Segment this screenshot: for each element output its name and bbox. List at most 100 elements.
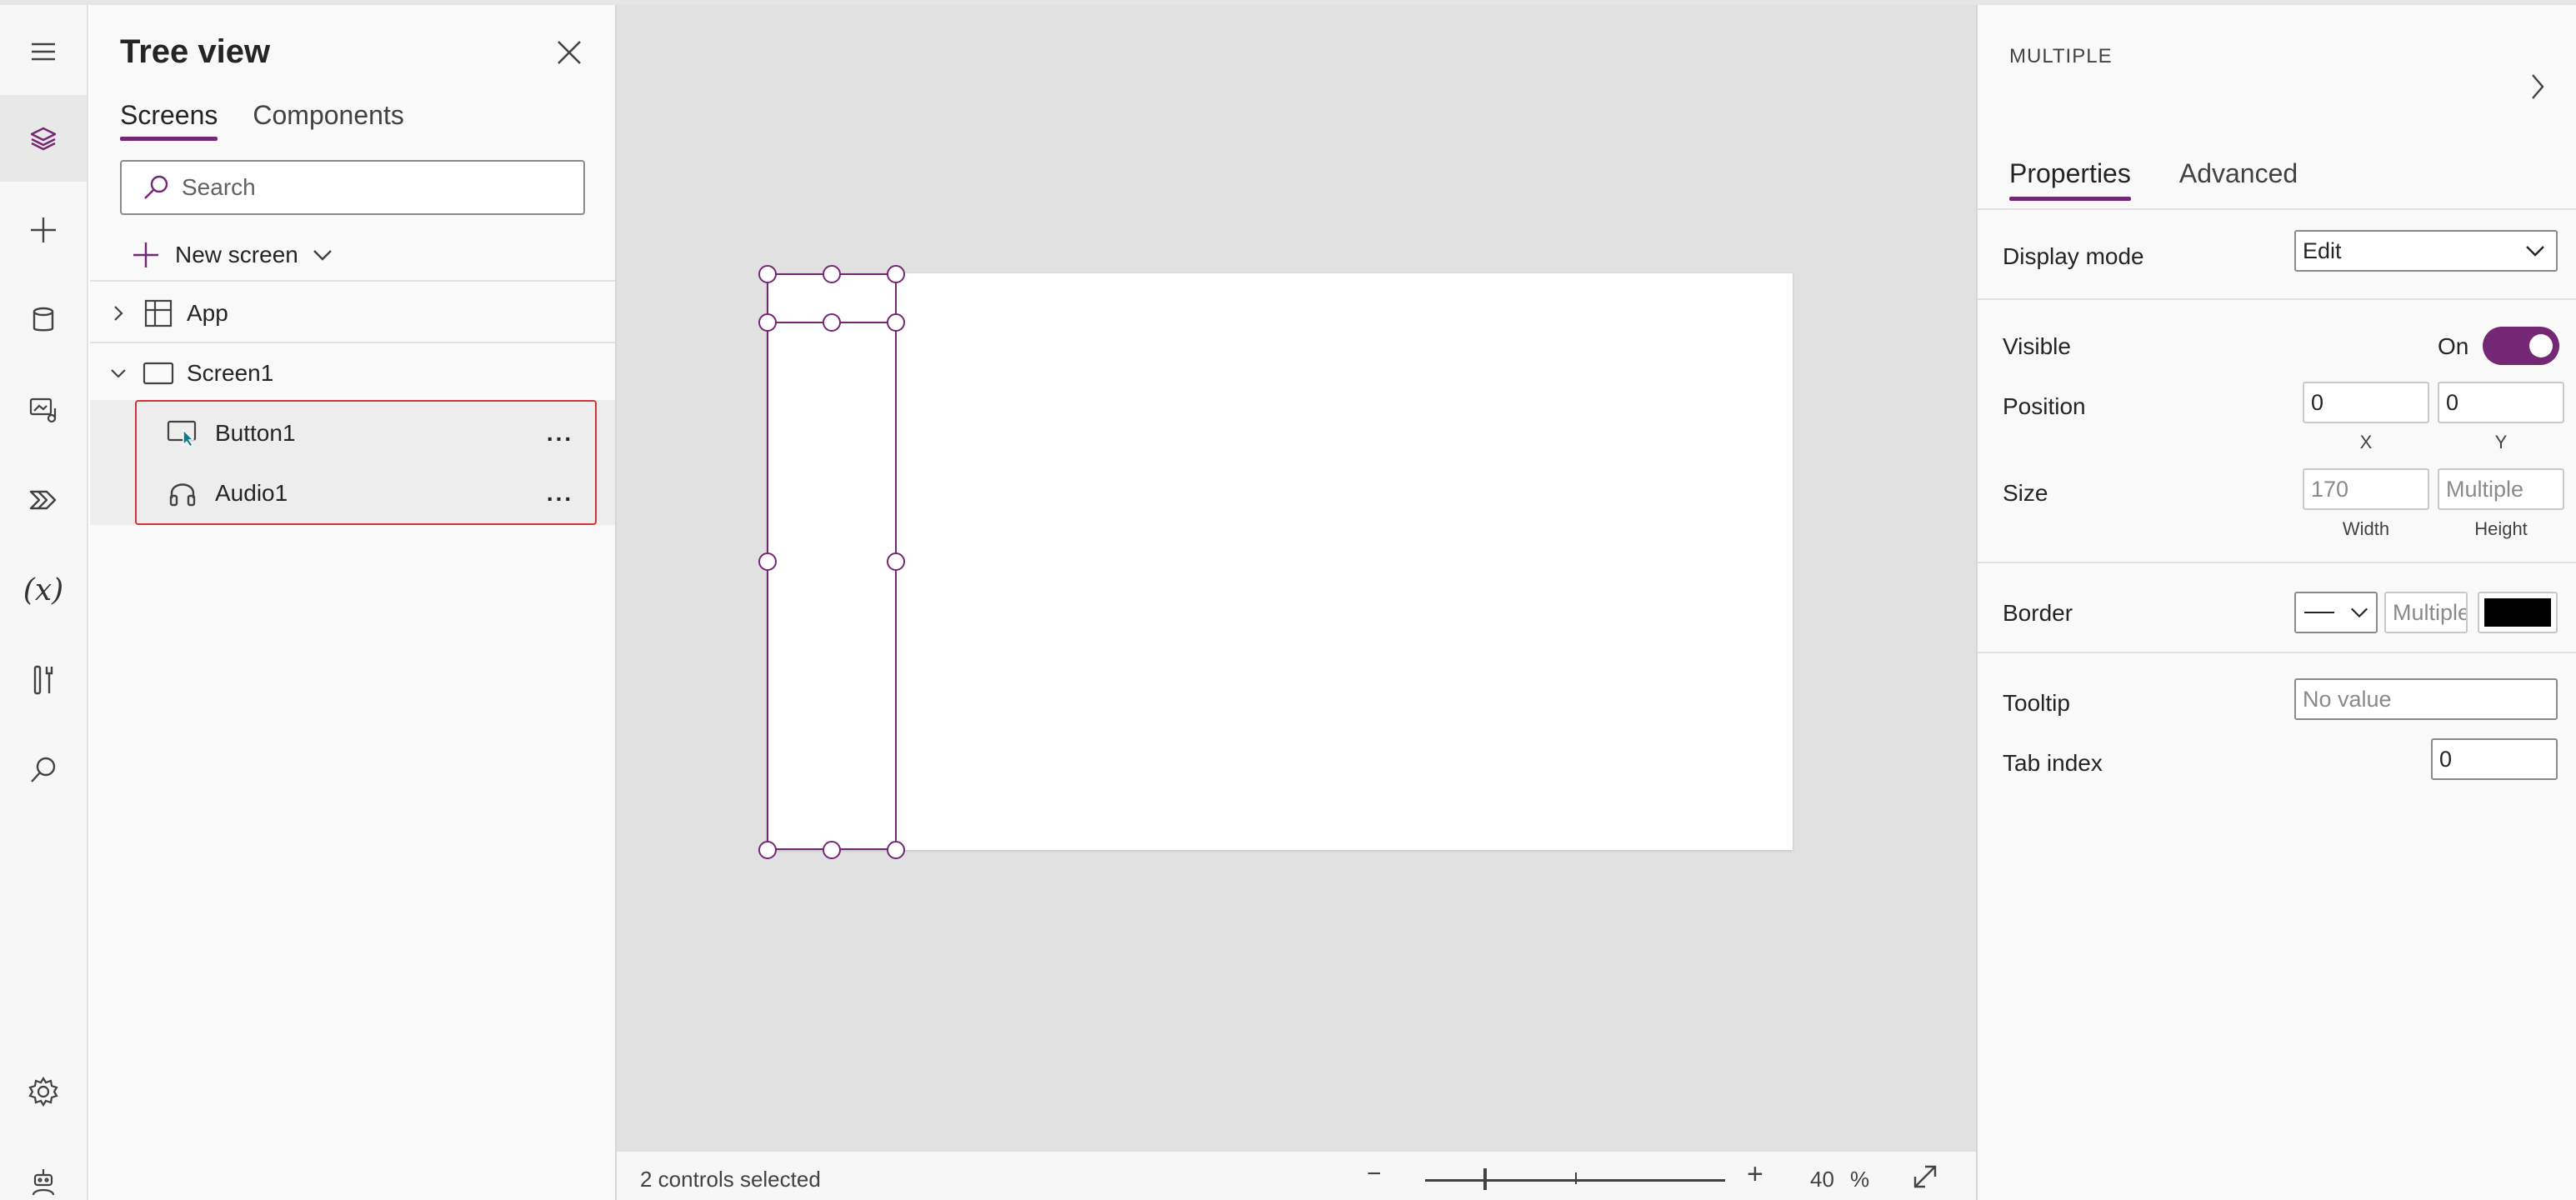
new-screen-label: New screen bbox=[175, 242, 298, 268]
tab-properties[interactable]: Properties bbox=[2009, 158, 2131, 201]
chevron-down-icon bbox=[2350, 608, 2368, 618]
resize-handle[interactable] bbox=[823, 265, 841, 283]
divider bbox=[1978, 298, 2576, 300]
close-icon bbox=[558, 41, 581, 64]
expand-panel-button[interactable] bbox=[2528, 72, 2548, 106]
tree-tabs: Screens Components bbox=[120, 100, 404, 141]
divider bbox=[90, 280, 615, 282]
variables-button[interactable]: (x) bbox=[0, 547, 87, 633]
properties-panel: MULTIPLE Properties Advanced Display mod… bbox=[1976, 5, 2576, 1200]
size-height-caption: Height bbox=[2474, 518, 2528, 539]
media-icon bbox=[29, 398, 57, 423]
tab-screens[interactable]: Screens bbox=[120, 100, 218, 141]
media-button[interactable] bbox=[0, 367, 87, 453]
app-grid-icon bbox=[144, 299, 173, 328]
tab-index-input[interactable]: 0 bbox=[2431, 738, 2558, 780]
resize-handle[interactable] bbox=[887, 841, 905, 859]
tree-view-button[interactable] bbox=[0, 95, 87, 182]
size-width-input[interactable]: 170 bbox=[2303, 468, 2429, 510]
properties-header: MULTIPLE bbox=[2009, 45, 2113, 68]
tree-view-title: Tree view bbox=[120, 33, 271, 70]
border-color-picker[interactable] bbox=[2478, 592, 2558, 633]
power-automate-button[interactable] bbox=[0, 457, 87, 543]
tools-icon bbox=[33, 665, 53, 695]
tab-components[interactable]: Components bbox=[253, 100, 403, 138]
tooltip-input[interactable]: No value bbox=[2294, 678, 2558, 720]
insert-button[interactable] bbox=[0, 187, 87, 273]
advanced-tools-button[interactable] bbox=[0, 637, 87, 723]
tab-advanced[interactable]: Advanced bbox=[2179, 158, 2298, 196]
divider bbox=[1978, 562, 2576, 563]
line-style-icon bbox=[2304, 612, 2334, 613]
fit-to-window-button[interactable] bbox=[1910, 1162, 1940, 1196]
border-label: Border bbox=[2003, 600, 2073, 626]
display-mode-value: Edit bbox=[2303, 238, 2342, 263]
chevron-down-icon bbox=[111, 369, 126, 378]
visible-toggle[interactable] bbox=[2483, 327, 2559, 365]
border-thickness-input[interactable]: Multiple bbox=[2384, 592, 2468, 633]
resize-handle[interactable] bbox=[887, 265, 905, 283]
virtual-agent-icon bbox=[32, 1169, 55, 1196]
zoom-out-button[interactable]: − bbox=[1367, 1160, 1382, 1188]
search-icon bbox=[144, 175, 168, 199]
visible-toggle-label: On bbox=[2438, 333, 2469, 359]
position-x-input[interactable]: 0 bbox=[2303, 382, 2429, 423]
app-screen[interactable] bbox=[767, 273, 1793, 850]
resize-handle[interactable] bbox=[823, 313, 841, 332]
more-options-button[interactable]: ... bbox=[537, 420, 583, 447]
zoom-value[interactable]: 40 bbox=[1810, 1167, 1834, 1192]
search-icon bbox=[31, 757, 56, 782]
tree-node-screen1[interactable]: Screen1 bbox=[90, 343, 615, 403]
zoom-slider-thumb[interactable] bbox=[1483, 1168, 1487, 1190]
status-bar: 2 controls selected − + 40 % bbox=[617, 1150, 1976, 1200]
zoom-in-button[interactable]: + bbox=[1747, 1158, 1763, 1191]
border-style-dropdown[interactable] bbox=[2294, 592, 2378, 633]
position-label: Position bbox=[2003, 393, 2086, 419]
new-screen-button[interactable]: New screen bbox=[132, 235, 333, 275]
variables-icon: (x) bbox=[23, 572, 64, 608]
tree-view-panel: Tree view Screens Components Search New … bbox=[90, 5, 617, 1200]
resize-handle[interactable] bbox=[758, 552, 777, 571]
resize-handle[interactable] bbox=[887, 313, 905, 332]
resize-handle[interactable] bbox=[758, 841, 777, 859]
visible-label: Visible bbox=[2003, 333, 2071, 359]
left-rail: (x) bbox=[0, 5, 88, 1200]
divider bbox=[1978, 652, 2576, 653]
size-height-input[interactable]: Multiple bbox=[2438, 468, 2564, 510]
tree-item-label: Audio1 bbox=[215, 480, 288, 506]
screen-icon bbox=[143, 362, 174, 385]
search-input[interactable]: Search bbox=[120, 160, 585, 215]
divider bbox=[1978, 208, 2576, 210]
position-y-input[interactable]: 0 bbox=[2438, 382, 2564, 423]
properties-tabs: Properties Advanced bbox=[2009, 158, 2298, 201]
data-button[interactable] bbox=[0, 277, 87, 363]
more-options-button[interactable]: ... bbox=[537, 480, 583, 507]
settings-button[interactable] bbox=[0, 1048, 87, 1135]
resize-handle[interactable] bbox=[823, 841, 841, 859]
resize-handle[interactable] bbox=[758, 265, 777, 283]
position-x-caption: X bbox=[2359, 432, 2373, 452]
chevron-down-icon bbox=[313, 250, 332, 261]
resize-handle[interactable] bbox=[758, 313, 777, 332]
chevron-down-icon bbox=[2526, 246, 2544, 257]
virtual-agent-button[interactable] bbox=[0, 1138, 87, 1200]
selection-status: 2 controls selected bbox=[640, 1167, 821, 1192]
menu-icon bbox=[32, 42, 55, 61]
resize-handle[interactable] bbox=[887, 552, 905, 571]
tree-node-label: Screen1 bbox=[187, 360, 274, 386]
expand-icon bbox=[1913, 1165, 1937, 1188]
tree-item-button1[interactable]: Button1 ... bbox=[167, 403, 583, 463]
tree-item-audio1[interactable]: Audio1 ... bbox=[167, 463, 583, 523]
search-button[interactable] bbox=[0, 727, 87, 813]
search-placeholder: Search bbox=[182, 174, 256, 200]
display-mode-dropdown[interactable]: Edit bbox=[2294, 230, 2558, 272]
close-button[interactable] bbox=[550, 33, 588, 72]
plus-icon bbox=[133, 242, 158, 268]
tree-node-app[interactable]: App bbox=[90, 283, 615, 343]
menu-button[interactable] bbox=[0, 8, 87, 95]
tree-node-label: App bbox=[187, 300, 228, 326]
design-canvas[interactable] bbox=[617, 5, 1976, 1150]
selected-controls-outline[interactable] bbox=[767, 273, 897, 850]
size-width-caption: Width bbox=[2342, 518, 2390, 539]
button-icon bbox=[167, 420, 197, 448]
